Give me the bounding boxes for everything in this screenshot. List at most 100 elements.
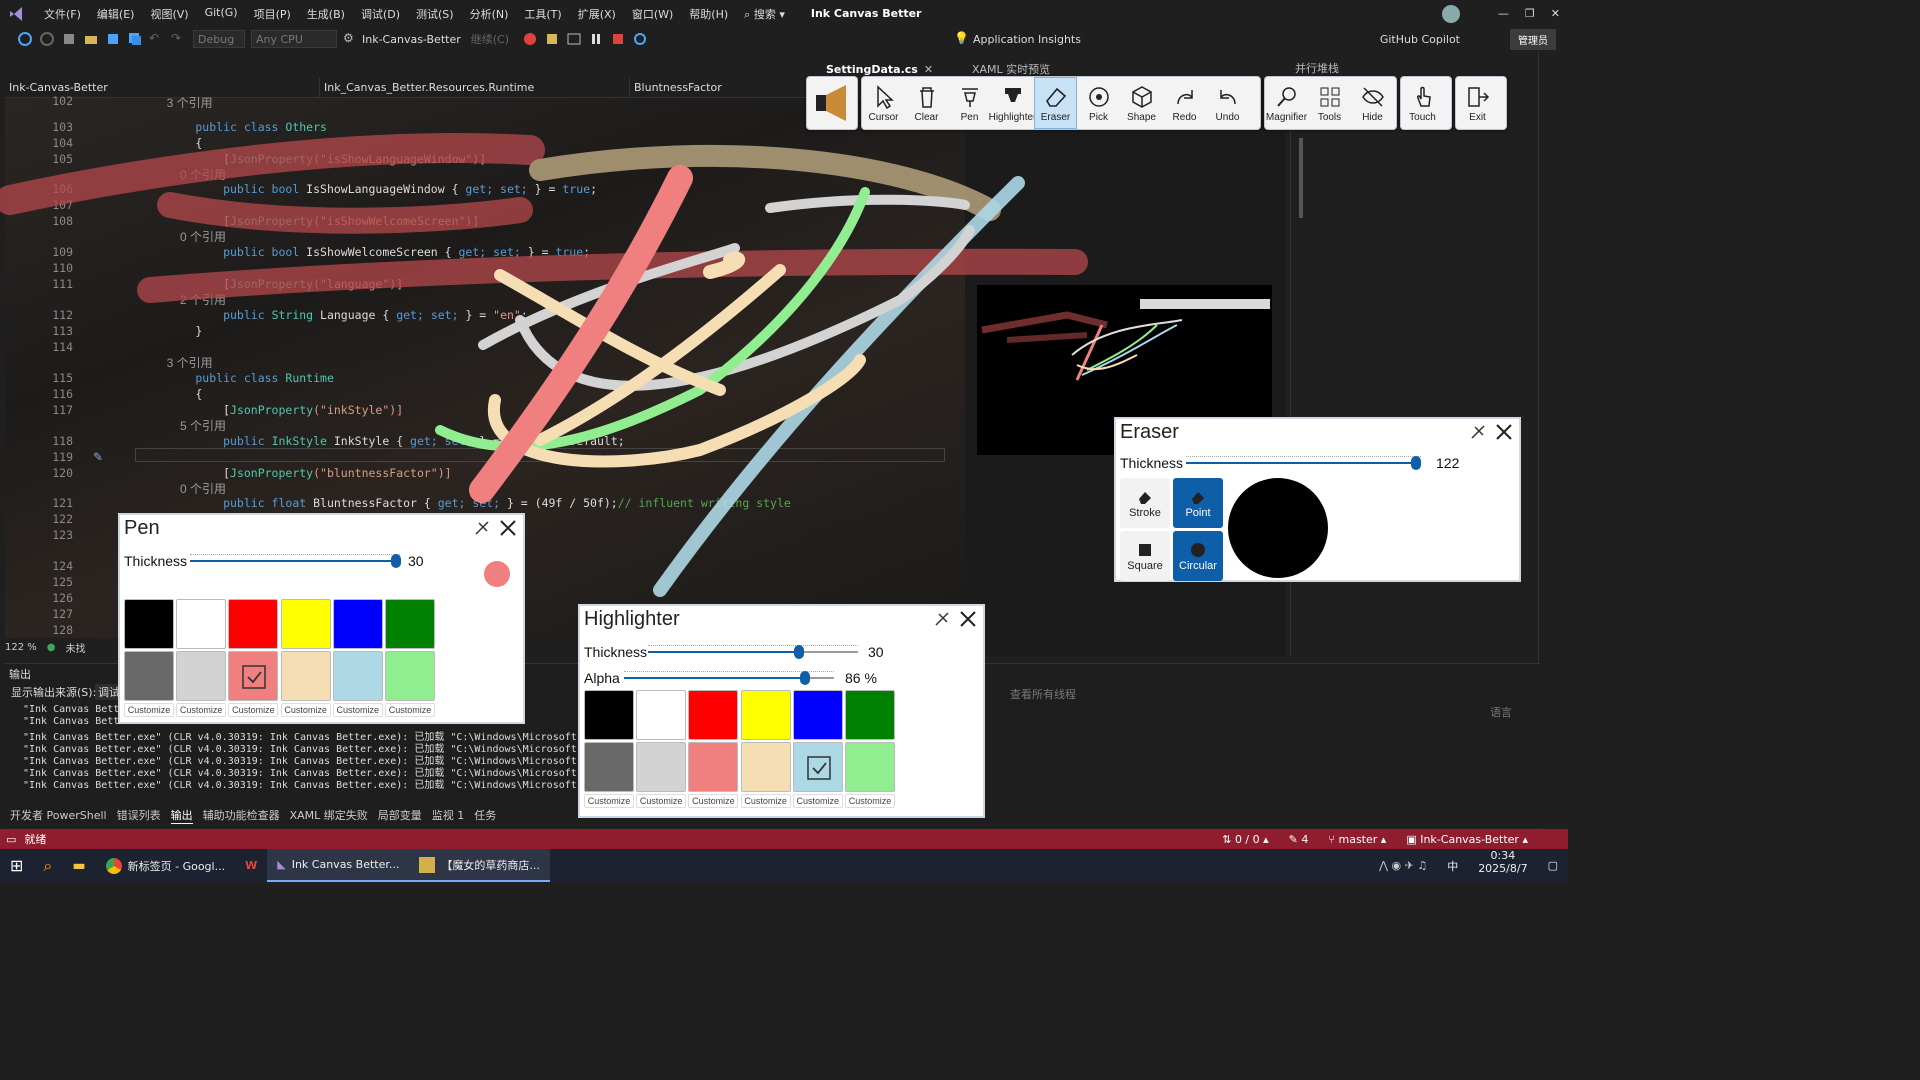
color-swatch[interactable] [688,742,739,792]
color-swatch[interactable] [176,599,227,649]
color-swatch[interactable] [740,690,791,740]
color-swatch[interactable] [176,651,227,701]
ink-highlighter-button[interactable]: Highlighter [988,77,1037,129]
ink-hide-button[interactable]: Hide [1351,77,1394,129]
ink-grip[interactable] [806,76,858,130]
color-swatch[interactable] [688,690,739,740]
highlighter-palette: Highlighter Thickness 30 Alpha 86 % Cust… [578,604,985,818]
highlighter-alpha-slider[interactable] [624,671,834,685]
slider-knob[interactable] [1411,456,1422,470]
color-swatch[interactable] [332,599,383,649]
color-swatch[interactable] [792,742,843,792]
customize-button[interactable]: Customize [280,703,331,717]
ink-button-label: Highlighter [988,111,1037,123]
pen-preview-dot [484,561,510,587]
color-swatch[interactable] [124,599,174,649]
pin-icon[interactable] [1469,423,1487,441]
slider-ticks [648,645,858,649]
ink-button-label: Pick [1089,111,1108,123]
ink-eraser-button[interactable]: Eraser [1034,77,1077,129]
ink-clear-button[interactable]: Clear [905,77,948,129]
customize-button[interactable]: Customize [845,794,895,808]
color-swatch[interactable] [740,742,791,792]
eraser-thickness-slider[interactable] [1186,456,1422,470]
color-swatch[interactable] [584,690,634,740]
ink-button-label: Exit [1469,111,1486,123]
customize-button[interactable]: Customize [688,794,739,808]
slider-knob[interactable] [799,671,810,685]
pin-icon[interactable] [473,519,491,537]
customize-button[interactable]: Customize [124,703,174,717]
eraser-point-button[interactable]: Point [1173,478,1223,528]
customize-button[interactable]: Customize [176,703,227,717]
highlighter-thickness-value: 30 [868,644,884,660]
color-swatch[interactable] [332,651,383,701]
pin-icon[interactable] [933,610,951,628]
ink-button-label: Hide [1362,111,1383,123]
color-swatch[interactable] [228,651,279,701]
alpha-unit: % [864,670,877,686]
pick-icon [1088,86,1109,107]
customize-button[interactable]: Customize [228,703,279,717]
color-swatch[interactable] [845,690,895,740]
color-swatch[interactable] [792,690,843,740]
ink-button-label: Touch [1409,111,1436,123]
eraser-stroke-button[interactable]: Stroke [1120,478,1170,528]
customize-button[interactable]: Customize [385,703,435,717]
ink-touch-button[interactable]: Touch [1401,77,1444,129]
color-swatch[interactable] [385,599,435,649]
color-swatch[interactable] [280,599,331,649]
customize-button[interactable]: Customize [332,703,383,717]
ink-button-label: Tools [1317,111,1342,123]
color-swatch[interactable] [385,651,435,701]
ink-pen-button[interactable]: Pen [948,77,991,129]
pen-stroke-gray-2 [765,194,970,213]
customize-button[interactable]: Customize [792,794,843,808]
color-swatch[interactable] [636,690,687,740]
customize-button[interactable]: Customize [740,794,791,808]
ink-magnifier-button[interactable]: Magnifier [1265,77,1308,129]
color-swatch[interactable] [280,651,331,701]
ink-redo-button[interactable]: Redo [1163,77,1206,129]
close-icon[interactable] [959,610,977,628]
eraser-circular-button[interactable]: Circular [1173,531,1223,581]
touch-icon [1416,86,1431,107]
ink-undo-button[interactable]: Undo [1206,77,1249,129]
highlighter-thickness-slider[interactable] [648,645,858,659]
hide-icon [1361,86,1384,107]
eraser-square-button[interactable]: Square [1120,531,1170,581]
color-swatch[interactable] [228,599,279,649]
slider-knob[interactable] [794,645,805,659]
ink-cursor-button[interactable]: Cursor [862,77,905,129]
highlighter-thickness-label: Thickness [584,644,648,660]
ink-pick-button[interactable]: Pick [1077,77,1120,129]
color-swatch[interactable] [636,742,687,792]
close-icon[interactable] [499,519,517,537]
pen-thickness-value: 30 [408,553,424,569]
color-swatch[interactable] [124,651,174,701]
pen-strokes [435,165,1025,597]
color-swatch[interactable] [845,742,895,792]
highlighter-strokes [0,133,1088,303]
eraser-button-label: Circular [1179,560,1217,572]
pen-palette: Pen Thickness 30 Customize Customize Custo… [118,513,525,724]
pen-thickness-slider[interactable] [190,554,401,568]
slider-knob[interactable] [390,554,401,568]
customize-button[interactable]: Customize [584,794,634,808]
ink-button-label: Clear [914,111,939,123]
close-icon[interactable] [1495,423,1513,441]
highlighter-palette-title: Highlighter [584,608,680,630]
ink-shape-button[interactable]: Shape [1120,77,1163,129]
eraser-thickness-label: Thickness [1120,455,1184,471]
color-swatch[interactable] [584,742,634,792]
ink-tools-button[interactable]: Tools [1308,77,1351,129]
slider-fill [624,677,805,679]
eraser-thickness-value: 122 [1436,455,1460,471]
ink-exit-button[interactable]: Exit [1456,77,1499,129]
tools-icon [1320,87,1339,106]
highlighter-alpha-value: 86 % [845,670,877,686]
slider-fill [1186,462,1417,464]
circular-icon [1191,543,1205,557]
customize-button[interactable]: Customize [636,794,687,808]
highlighter-icon [1004,87,1021,102]
